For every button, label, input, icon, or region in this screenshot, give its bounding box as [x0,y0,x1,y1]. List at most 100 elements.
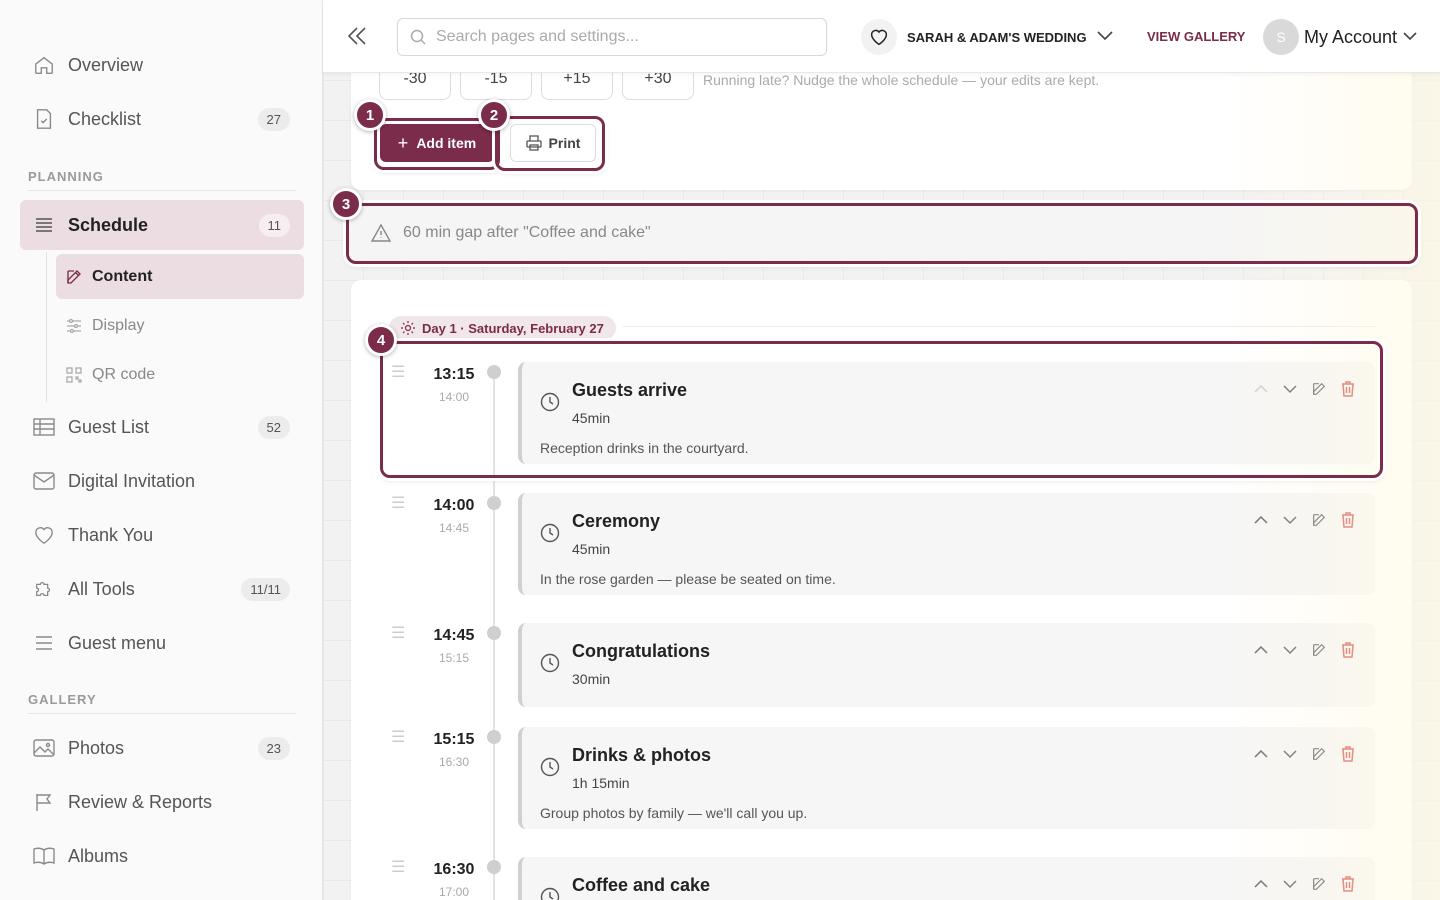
schedule-item-card[interactable]: Drinks & photos 1h 15min Group photos by… [518,727,1375,829]
edit-icon[interactable] [1310,875,1328,893]
item-title: Coffee and cake [572,875,711,895]
sidebar-item-all-tools[interactable]: All Tools 11/11 [20,564,304,614]
schedule-icon [20,215,68,235]
sidebar-item-schedule[interactable]: Schedule 11 [20,200,304,250]
add-item-label: Add item [416,135,477,151]
shift-hint: Running late? Nudge the whole schedule —… [703,72,1100,88]
sidebar-item-label: Photos [68,737,125,758]
day-header[interactable]: Day 1 · Saturday, February 27 [389,316,616,340]
start-time: 15:15 [433,731,475,748]
drag-handle-icon[interactable]: ☰ [391,362,405,382]
timeline-dot [487,730,501,744]
edit-icon[interactable] [1310,641,1328,659]
move-down-icon[interactable] [1281,641,1299,659]
sidebar-item-albums[interactable]: Albums [20,831,304,881]
count-badge: 23 [257,736,290,760]
delete-icon[interactable] [1339,511,1357,529]
sidebar-subitem-label: Content [92,267,153,285]
move-up-icon[interactable] [1252,641,1270,659]
delete-icon[interactable] [1339,745,1357,763]
delete-icon[interactable] [1339,380,1357,398]
edit-icon[interactable] [1310,380,1328,398]
item-duration: 1h 15min [572,775,630,791]
move-up-icon[interactable] [1252,511,1270,529]
timeline-dot [487,496,501,510]
timeline-dot [487,365,501,379]
sidebar-subitem-qr-code[interactable]: QR code [56,352,304,397]
account-label: My Account [1304,26,1398,47]
sidebar-item-guest-menu[interactable]: Guest menu [20,618,304,668]
clock-icon [540,757,560,782]
add-item-button[interactable]: + Add item [380,124,494,162]
section-label-gallery: GALLERY [28,692,97,707]
heart-icon [861,19,897,55]
print-label: Print [548,135,581,151]
schedule-item-card[interactable]: Ceremony 45min In the rose garden — plea… [518,493,1375,595]
end-time: 15:15 [438,651,470,665]
day-label: Day 1 · Saturday, February 27 [422,320,604,336]
sidebar-item-guest-list[interactable]: Guest List 52 [20,402,304,452]
step-marker-4: 4 [365,324,397,356]
start-time: 14:00 [433,497,475,514]
edit-icon[interactable] [1310,745,1328,763]
event-selector[interactable]: SARAH & ADAM'S WEDDING [861,18,1113,56]
move-down-icon[interactable] [1281,380,1299,398]
sidebar-item-label: Guest menu [68,632,167,653]
move-down-icon[interactable] [1281,511,1299,529]
view-gallery-link[interactable]: VIEW GALLERY [1147,29,1245,44]
edit-icon[interactable] [1310,511,1328,529]
sidebar-item-review-reports[interactable]: Review & Reports [20,777,304,827]
item-note: In the rose garden — please be seated on… [540,571,836,587]
end-time: 14:00 [438,390,470,404]
delete-icon[interactable] [1339,641,1357,659]
drag-handle-icon[interactable]: ☰ [391,623,405,643]
book-icon [20,847,68,865]
sidebar-subitem-content[interactable]: Content [56,254,304,299]
edit-icon [56,268,92,286]
count-badge: 11 [258,213,290,237]
drag-handle-icon[interactable]: ☰ [391,493,405,513]
clock-icon [540,523,560,548]
search-box[interactable] [397,18,827,56]
sidebar-item-overview[interactable]: Overview [20,40,304,90]
clock-icon [540,653,560,678]
print-button[interactable]: Print [510,124,596,162]
move-up-icon[interactable] [1252,380,1270,398]
account-menu[interactable]: S My Account [1263,18,1417,56]
drag-handle-icon[interactable]: ☰ [391,857,405,877]
schedule-item-card[interactable]: Coffee and cake 30min [518,857,1375,900]
sidebar-item-photos[interactable]: Photos 23 [20,723,304,773]
clock-icon [540,392,560,417]
gap-alert-text: 60 min gap after "Coffee and cake" [403,224,651,241]
sidebar-item-digital-invitation[interactable]: Digital Invitation [20,456,304,506]
plus-icon: + [397,132,409,153]
search-input[interactable] [436,28,796,46]
start-time: 13:15 [433,366,475,383]
move-up-icon[interactable] [1252,875,1270,893]
divider [623,326,1375,327]
item-title: Drinks & photos [572,745,712,765]
clock-icon [540,887,560,900]
collapse-sidebar-icon[interactable] [345,24,369,48]
item-note: Reception drinks in the courtyard. [540,440,749,456]
move-down-icon[interactable] [1281,875,1299,893]
schedule-item-card[interactable]: Congratulations 30min [518,623,1375,707]
move-up-icon[interactable] [1252,745,1270,763]
warning-icon [371,224,391,242]
drag-handle-icon[interactable]: ☰ [391,727,405,747]
step-marker-2: 2 [478,99,510,131]
schedule-item-card[interactable]: Guests arrive 45min Reception drinks in … [518,362,1375,464]
delete-icon[interactable] [1339,875,1357,893]
item-note: Group photos by family — we'll call you … [540,805,808,821]
table-icon [20,418,68,436]
start-time: 14:45 [433,627,475,644]
move-down-icon[interactable] [1281,745,1299,763]
qr-icon [56,366,92,383]
heart-icon [20,525,68,545]
image-icon [20,739,68,757]
item-duration: 45min [572,410,611,426]
sidebar-subitem-display[interactable]: Display [56,303,304,348]
count-badge: 27 [257,107,290,131]
sidebar-item-thank-you[interactable]: Thank You [20,510,304,560]
sidebar-item-checklist[interactable]: Checklist 27 [20,94,304,144]
